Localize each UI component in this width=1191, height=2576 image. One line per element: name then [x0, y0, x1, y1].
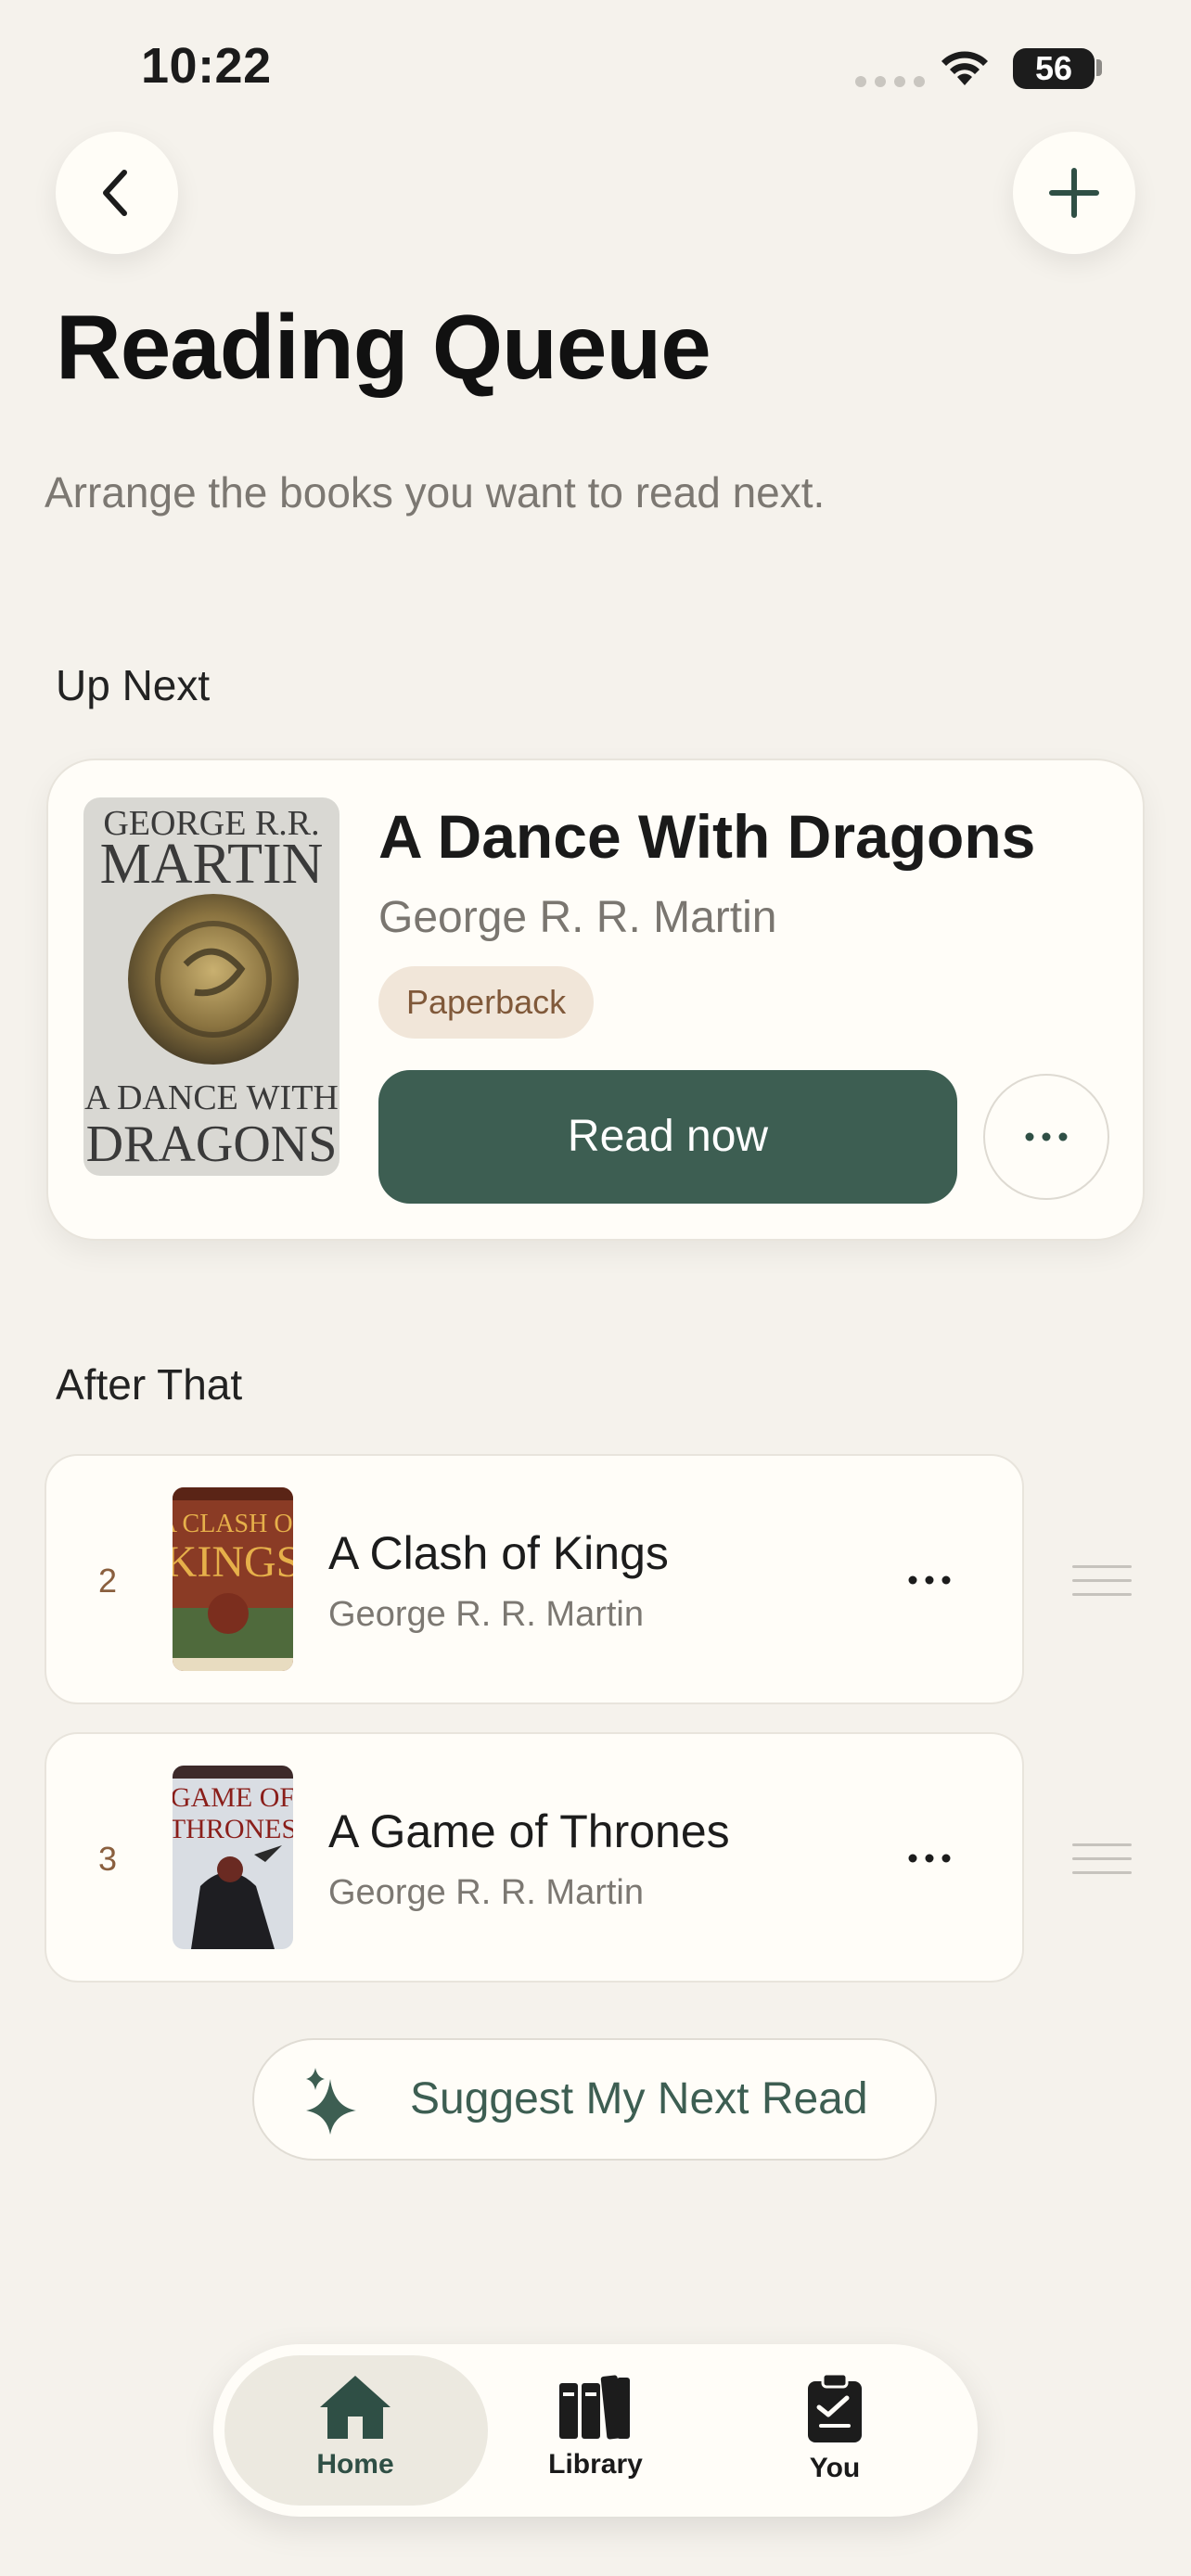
plus-icon	[1049, 168, 1099, 218]
tab-library[interactable]: Library	[503, 2372, 688, 2480]
up-next-more-button[interactable]	[983, 1074, 1109, 1200]
ellipsis-icon	[908, 1575, 951, 1585]
queue-item-title: A Clash of Kings	[328, 1527, 669, 1579]
book-cover-clash-of-kings[interactable]: A CLASH OF KINGS	[173, 1487, 293, 1671]
queue-item-more-button[interactable]	[892, 1840, 967, 1877]
queue-item-author: George R. R. Martin	[328, 1595, 644, 1634]
svg-text:GAME OF: GAME OF	[173, 1782, 293, 1813]
suggest-next-read-label: Suggest My Next Read	[410, 2074, 868, 2123]
status-time: 10:22	[141, 38, 272, 94]
ellipsis-icon	[1025, 1132, 1068, 1141]
sparkle-icon	[302, 2066, 365, 2141]
queue-item-more-button[interactable]	[892, 1562, 967, 1599]
ellipsis-icon	[908, 1854, 951, 1863]
book-cover-dance-with-dragons[interactable]: GEORGE R.R. MARTIN A DANCE WITH DRAGONS	[83, 797, 339, 1176]
tab-label: You	[809, 2453, 861, 2483]
queue-position: 2	[98, 1562, 118, 1600]
drag-handle-icon[interactable]	[1072, 1565, 1132, 1596]
tab-you[interactable]: You	[742, 2372, 928, 2484]
clipboard-icon	[808, 2372, 862, 2442]
svg-text:DRAGONS: DRAGONS	[86, 1116, 338, 1173]
cellular-signal-icon	[855, 76, 925, 87]
format-badge: Paperback	[378, 966, 595, 1039]
svg-text:MARTIN: MARTIN	[100, 833, 324, 896]
page-title: Reading Queue	[56, 296, 711, 398]
up-next-book-title: A Dance With Dragons	[378, 802, 1036, 871]
books-icon	[559, 2375, 630, 2440]
tab-home[interactable]: Home	[263, 2372, 448, 2480]
add-book-button[interactable]	[1013, 132, 1135, 254]
svg-text:A DANCE WITH: A DANCE WITH	[84, 1078, 339, 1117]
queue-item-author: George R. R. Martin	[328, 1873, 644, 1912]
chevron-left-icon	[103, 170, 127, 216]
section-label-after-that: After That	[56, 1360, 243, 1409]
queue-position: 3	[98, 1840, 118, 1878]
battery-cap	[1096, 59, 1102, 76]
home-icon	[320, 2376, 391, 2439]
page-subtitle: Arrange the books you want to read next.	[45, 468, 826, 516]
svg-text:KINGS: KINGS	[173, 1537, 293, 1587]
tab-label: Library	[548, 2449, 643, 2480]
drag-handle-icon[interactable]	[1072, 1843, 1132, 1874]
section-label-up-next: Up Next	[56, 661, 211, 709]
back-button[interactable]	[56, 132, 178, 254]
up-next-book-author: George R. R. Martin	[378, 893, 777, 942]
battery-indicator: 56	[1013, 48, 1095, 89]
svg-text:A CLASH OF: A CLASH OF	[173, 1510, 293, 1538]
queue-item-title: A Game of Thrones	[328, 1805, 730, 1857]
svg-text:THRONES: THRONES	[173, 1814, 293, 1844]
wifi-icon	[937, 48, 992, 94]
book-cover-game-of-thrones[interactable]: GAME OF THRONES	[173, 1766, 293, 1949]
tab-label: Home	[316, 2449, 394, 2480]
read-now-button[interactable]: Read now	[378, 1070, 957, 1204]
